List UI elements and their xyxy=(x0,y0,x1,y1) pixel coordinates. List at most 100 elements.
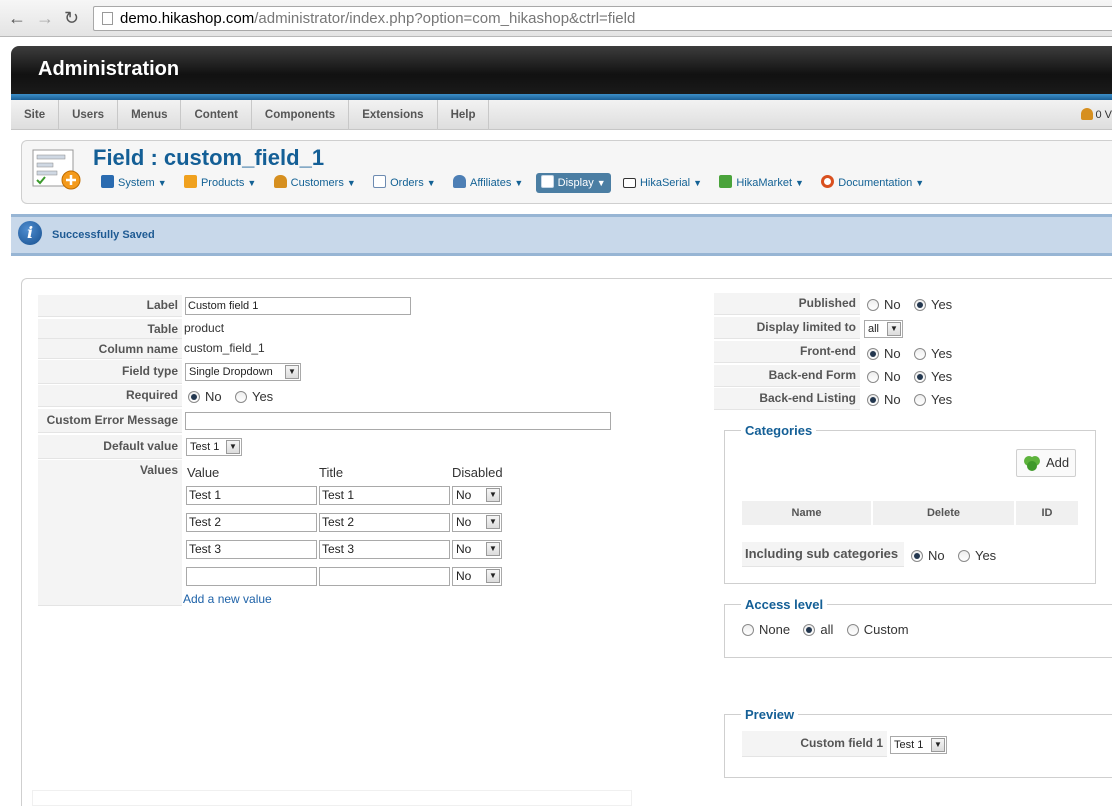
chevron-down-icon: ▼ xyxy=(285,365,299,379)
menu-components[interactable]: Components xyxy=(252,100,350,130)
toolbar-hikaserial[interactable]: HikaSerial ▼ xyxy=(618,173,707,193)
value-input[interactable]: Test 3 xyxy=(186,540,317,559)
disabled-select[interactable]: No ▼ xyxy=(452,540,502,559)
frontend-yes-radio[interactable] xyxy=(913,348,926,360)
user-icon xyxy=(1081,108,1094,120)
caret-down-icon: ▼ xyxy=(247,178,257,188)
document-icon xyxy=(373,175,387,188)
frontend-label: Front-end xyxy=(714,341,860,363)
lifebuoy-icon xyxy=(821,175,835,188)
menu-users[interactable]: Users xyxy=(59,100,119,130)
error-message-input[interactable] xyxy=(185,412,611,430)
value-input[interactable]: Test 1 xyxy=(186,486,317,505)
access-custom-radio[interactable] xyxy=(846,624,859,636)
caret-down-icon: ▼ xyxy=(514,178,524,188)
title-input[interactable]: Test 1 xyxy=(319,486,450,505)
published-no-radio[interactable] xyxy=(867,299,879,311)
frontend-radios: No Yes xyxy=(867,344,962,364)
values-header-title: Title xyxy=(319,465,344,480)
toolbar-documentation[interactable]: Documentation ▼ xyxy=(816,173,929,193)
preview-field-select[interactable]: Test 1 ▼ xyxy=(890,736,947,754)
add-new-value-link[interactable]: Add a new value xyxy=(183,589,272,609)
visitors-count: 0 V xyxy=(1095,109,1112,121)
label-label: Label xyxy=(38,295,182,317)
backend-form-no-radio[interactable] xyxy=(867,371,879,383)
title-input[interactable]: Test 2 xyxy=(319,513,450,532)
forward-arrow-icon[interactable]: → xyxy=(36,8,54,28)
values-header-value: Value xyxy=(187,465,220,480)
access-level-fieldset: Access level None all Custom xyxy=(724,597,1112,658)
published-label: Published xyxy=(714,293,860,315)
menu-site[interactable]: Site xyxy=(11,100,60,130)
back-arrow-icon[interactable]: ← xyxy=(8,8,26,28)
disabled-select[interactable]: No ▼ xyxy=(452,486,502,505)
sub-categories-radios: No Yes xyxy=(911,546,1006,566)
toolbar-products[interactable]: Products ▼ xyxy=(179,173,261,193)
required-no-radio[interactable] xyxy=(188,391,200,403)
toolbar-display[interactable]: Display ▼ xyxy=(535,173,611,193)
caret-down-icon: ▼ xyxy=(915,178,925,188)
reload-icon[interactable]: ↻ xyxy=(64,8,79,28)
disabled-select[interactable]: No ▼ xyxy=(452,567,502,586)
label-input[interactable]: Custom field 1 xyxy=(185,297,411,315)
display-limited-select[interactable]: all ▼ xyxy=(864,320,903,338)
address-bar[interactable]: demo.hikashop.com/administrator/index.ph… xyxy=(93,6,1112,31)
field-edit-panel: Label Custom field 1 Table product Colum… xyxy=(21,278,1112,806)
toolbar-customers[interactable]: Customers ▼ xyxy=(269,173,361,193)
categories-header-name: Name xyxy=(742,501,872,525)
disabled-select[interactable]: No ▼ xyxy=(452,513,502,532)
caret-down-icon: ▼ xyxy=(596,178,606,188)
published-yes-radio[interactable] xyxy=(913,299,926,311)
url-host: demo.hikashop.com xyxy=(120,10,255,27)
frontend-no-radio[interactable] xyxy=(867,348,879,360)
access-all-radio[interactable] xyxy=(803,624,816,636)
error-message-label: Custom Error Message xyxy=(38,409,182,433)
backend-form-yes-radio[interactable] xyxy=(913,371,926,383)
backend-listing-radios: No Yes xyxy=(867,390,962,410)
add-category-button[interactable]: Add xyxy=(1016,449,1077,477)
sub-categories-no-radio[interactable] xyxy=(911,550,923,562)
success-message-text: Successfully Saved xyxy=(52,229,155,241)
backend-listing-yes-radio[interactable] xyxy=(913,394,926,406)
required-label: Required xyxy=(38,385,182,407)
visitors-status[interactable]: 0 V xyxy=(1081,108,1112,121)
chevron-down-icon: ▼ xyxy=(887,322,901,336)
toolbar-affiliates[interactable]: Affiliates ▼ xyxy=(448,173,528,193)
chevron-down-icon: ▼ xyxy=(931,738,945,752)
add-plus-icon xyxy=(1024,456,1040,471)
backend-listing-label: Back-end Listing xyxy=(714,388,860,410)
toolbar-orders[interactable]: Orders ▼ xyxy=(368,173,441,193)
caret-down-icon: ▼ xyxy=(693,178,703,188)
toolbar-hikamarket[interactable]: HikaMarket ▼ xyxy=(714,173,809,193)
preview-legend: Preview xyxy=(741,707,799,722)
chevron-down-icon: ▼ xyxy=(486,542,500,556)
access-none-radio[interactable] xyxy=(742,624,754,636)
caret-down-icon: ▼ xyxy=(157,178,167,188)
title-input[interactable]: Test 3 xyxy=(319,540,450,559)
component-toolbar: Field : custom_field_1 System ▼ Products ▼… xyxy=(21,140,1112,204)
bottom-area xyxy=(32,790,632,806)
menu-extensions[interactable]: Extensions xyxy=(349,100,438,130)
required-yes-radio[interactable] xyxy=(234,391,247,403)
market-icon xyxy=(719,175,733,188)
value-input[interactable] xyxy=(186,567,317,586)
backend-listing-no-radio[interactable] xyxy=(867,394,879,406)
url-path: /administrator/index.php?option=com_hika… xyxy=(254,10,636,27)
caret-down-icon: ▼ xyxy=(426,178,436,188)
sub-categories-yes-radio[interactable] xyxy=(957,550,970,562)
caret-down-icon: ▼ xyxy=(346,178,356,188)
menu-menus[interactable]: Menus xyxy=(118,100,182,130)
toolbar-system[interactable]: System ▼ xyxy=(96,173,172,193)
required-radios: No Yes xyxy=(188,387,283,407)
menu-content[interactable]: Content xyxy=(181,100,252,130)
menu-help[interactable]: Help xyxy=(438,100,490,130)
access-level-radios: None all Custom xyxy=(742,620,919,640)
table-value: product xyxy=(184,321,225,335)
chevron-down-icon: ▼ xyxy=(486,515,500,529)
field-type-select[interactable]: Single Dropdown ▼ xyxy=(185,363,301,381)
column-name-label: Column name xyxy=(38,339,182,359)
value-input[interactable]: Test 2 xyxy=(186,513,317,532)
title-input[interactable] xyxy=(319,567,450,586)
default-value-select[interactable]: Test 1 ▼ xyxy=(186,438,242,456)
info-icon: i xyxy=(18,221,42,245)
